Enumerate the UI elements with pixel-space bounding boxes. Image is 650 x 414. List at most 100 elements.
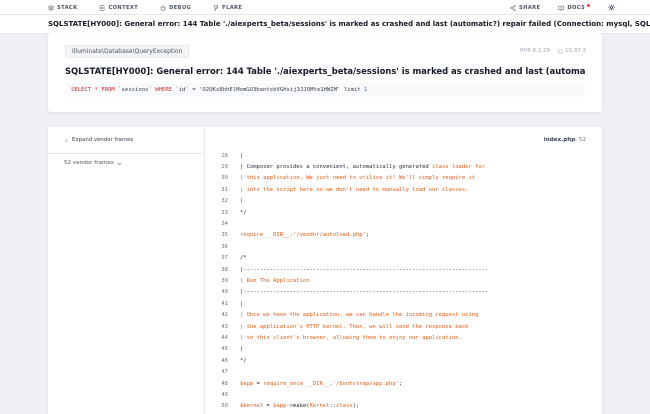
code-line: 48 $app = require_once __DIR__.'/bootstra… — [206, 378, 602, 389]
nav-context-label: CONTEXT — [108, 4, 139, 11]
line-content: /* — [240, 255, 247, 262]
exception-title: SQLSTATE[HY000]: General error: 144 Tabl… — [65, 66, 585, 76]
frame-file-name: index.php — [543, 137, 576, 143]
sql-select-keyword: SELECT — [71, 87, 92, 93]
vendor-frames-toggle[interactable]: 52 vendor frames — [64, 160, 122, 166]
sql-table: `sessions` — [114, 87, 156, 93]
vendor-frames-label: 52 vendor frames — [64, 160, 114, 166]
line-number: 31 — [221, 186, 228, 193]
frames-sidebar: Expand vendor frames 52 vendor frames — [48, 127, 205, 414]
sql-from-keyword: FROM — [101, 87, 115, 93]
code-line: 35 require __DIR__.'/vendor/autoload.php'… — [206, 230, 602, 241]
line-content: | — [240, 300, 244, 307]
gear-icon — [608, 4, 615, 11]
line-number: 40 — [221, 289, 228, 296]
line-number: 42 — [221, 312, 228, 319]
line-number: 47 — [221, 369, 228, 376]
code-line: 50 $kernel = $app->make(Kernel::class); — [206, 401, 602, 412]
nav-docs[interactable]: DOCS — [558, 4, 591, 11]
line-number: 37 — [221, 255, 228, 262]
line-content: | into the script here so we don't need … — [240, 186, 469, 193]
code-line: 41 | — [206, 298, 602, 309]
expand-vendor-frames-button[interactable]: Expand vendor frames — [64, 137, 133, 143]
line-number: 35 — [221, 232, 228, 239]
php-version: PHP 8.2.29 — [519, 48, 550, 54]
line-number: 30 — [221, 175, 228, 182]
nav-stack[interactable]: STACK — [48, 5, 77, 11]
code-line: 40 |-------------------------------------… — [206, 287, 602, 298]
code-line: 47 — [206, 366, 602, 377]
line-number: 29 — [221, 164, 228, 171]
sql-star: * — [91, 87, 102, 93]
code-line: 33 */ — [206, 207, 602, 218]
docs-notification-dot — [587, 4, 591, 7]
line-content: |---------------------------------------… — [240, 266, 489, 273]
line-number: 44 — [221, 334, 228, 341]
exception-class-chip[interactable]: Illuminate\Database\QueryException — [65, 45, 190, 58]
line-number: 46 — [221, 357, 228, 364]
code-line: 31 | into the script here so we don't nee… — [206, 184, 602, 195]
debug-icon — [160, 4, 166, 11]
line-number: 33 — [221, 209, 228, 216]
flare-icon — [213, 4, 219, 11]
code-line: 37 /* — [206, 253, 602, 264]
line-number: 34 — [221, 221, 228, 228]
expand-icon — [65, 138, 68, 142]
line-number: 48 — [221, 380, 228, 387]
context-icon — [100, 4, 105, 11]
line-number: 50 — [221, 403, 228, 410]
line-content: | — [240, 198, 244, 205]
code-snippet: 28 | 29 | Composer provides a convenient, a… — [206, 150, 602, 412]
code-line: 30 | this application. We just need to ut… — [206, 173, 602, 184]
sql-condition: `id` = 'O2OKs8hhElMomGU3bantsbVGHsij3JJO… — [172, 87, 341, 93]
line-content: $kernel = $app->make(Kernel::class); — [240, 403, 360, 410]
laravel-icon — [558, 48, 563, 54]
frame-file-line: : 52 — [575, 137, 586, 143]
nav-debug[interactable]: DEBUG — [160, 5, 191, 11]
line-number: 28 — [221, 152, 228, 159]
code-line: 46 */ — [206, 355, 602, 366]
nav-share[interactable]: SHARE — [510, 5, 540, 11]
nav-settings[interactable] — [608, 4, 618, 11]
code-line: 34 — [206, 218, 602, 229]
exception-card: Illuminate\Database\QueryException PHP 8… — [48, 33, 602, 112]
code-line: 43 | the application's HTTP kernel. Then,… — [206, 321, 602, 332]
code-line: 39 | Run The Application — [206, 275, 602, 286]
code-line: 44 | to this client's browser, allowing t… — [206, 332, 602, 343]
sql-limit-value: 1 — [364, 87, 368, 93]
line-number: 41 — [221, 300, 228, 307]
top-nav: STACK CONTEXT DEBUG FLARE SHARE DOCS — [0, 0, 650, 15]
line-content: | this application. We just need to util… — [240, 175, 476, 182]
line-content: require __DIR__.'/vendor/autoload.php'; — [240, 232, 370, 239]
nav-share-label: SHARE — [519, 4, 541, 11]
line-content: | — [240, 152, 244, 159]
nav-context[interactable]: CONTEXT — [99, 5, 138, 11]
line-content: | — [240, 346, 244, 353]
chevron-down-icon — [117, 162, 121, 165]
line-content: | Composer provides a convenient, automa… — [240, 164, 486, 171]
line-number: 38 — [221, 266, 228, 273]
sql-limit: limit — [340, 87, 365, 93]
expand-vendor-frames-label: Expand vendor frames — [72, 137, 134, 143]
nav-stack-label: STACK — [57, 4, 78, 11]
laravel-version: 10.37.3 — [565, 48, 586, 54]
line-number: 32 — [221, 198, 228, 205]
line-content: | to this client's browser, allowing the… — [240, 334, 462, 341]
sql-where-keyword: WHERE — [155, 87, 173, 93]
frame-file-path[interactable]: index.php: 52 — [544, 137, 586, 143]
line-content: | Run The Application — [240, 277, 310, 284]
line-content: */ — [240, 357, 247, 364]
code-line: 36 — [206, 241, 602, 252]
code-line: 49 — [206, 389, 602, 400]
sql-query[interactable]: SELECT * FROM `sessions` WHERE `id` = 'O… — [65, 83, 585, 97]
line-content: |---------------------------------------… — [240, 289, 489, 296]
line-content: */ — [240, 209, 247, 216]
nav-flare[interactable]: FLARE — [213, 5, 242, 11]
line-number: 49 — [221, 391, 228, 398]
stack-frames-card: Expand vendor frames 52 vendor frames in… — [48, 127, 602, 414]
line-number: 39 — [221, 277, 228, 284]
stack-icon — [48, 4, 54, 11]
line-number: 43 — [221, 323, 228, 330]
nav-left-group: STACK CONTEXT DEBUG FLARE — [48, 0, 264, 15]
code-line: 29 | Composer provides a convenient, auto… — [206, 161, 602, 172]
